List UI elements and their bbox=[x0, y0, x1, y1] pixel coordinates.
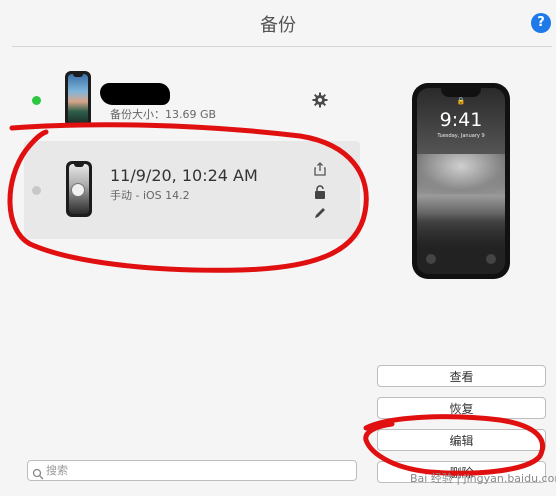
backup-size-label: 备份大小：13.69 GB bbox=[110, 108, 217, 121]
search-field[interactable] bbox=[27, 460, 357, 481]
watermark: Bai 经验 | jingyan.baidu.com bbox=[410, 472, 556, 485]
pencil-icon[interactable] bbox=[312, 205, 328, 221]
share-icon[interactable] bbox=[312, 161, 328, 177]
gear-icon[interactable] bbox=[312, 92, 328, 108]
header-divider bbox=[12, 46, 552, 47]
backup-thumbnail bbox=[66, 161, 92, 217]
restore-button[interactable]: 恢复 bbox=[377, 397, 546, 419]
page-title: 备份 bbox=[260, 15, 296, 36]
view-button[interactable]: 查看 bbox=[377, 365, 546, 387]
device-preview: 🔒 9:41 Tuesday, January 9 bbox=[412, 83, 510, 279]
edit-button[interactable]: 编辑 bbox=[377, 429, 546, 451]
search-icon bbox=[32, 465, 44, 484]
lock-icon[interactable] bbox=[312, 184, 328, 200]
camera-icon bbox=[486, 254, 496, 264]
help-button[interactable]: ? bbox=[531, 13, 551, 33]
preview-date: Tuesday, January 9 bbox=[437, 133, 485, 139]
device-thumbnail bbox=[65, 71, 91, 127]
backup-detail: 手动 - iOS 14.2 bbox=[110, 189, 190, 202]
search-input[interactable] bbox=[46, 461, 346, 480]
redacted-device-name bbox=[100, 83, 170, 105]
preview-time: 9:41 bbox=[439, 109, 483, 131]
flashlight-icon bbox=[426, 254, 436, 264]
device-status-dot bbox=[32, 96, 41, 105]
backup-status-dot bbox=[32, 186, 41, 195]
backup-date: 11/9/20, 10:24 AM bbox=[110, 166, 258, 185]
lock-icon-small: 🔒 bbox=[456, 97, 466, 105]
